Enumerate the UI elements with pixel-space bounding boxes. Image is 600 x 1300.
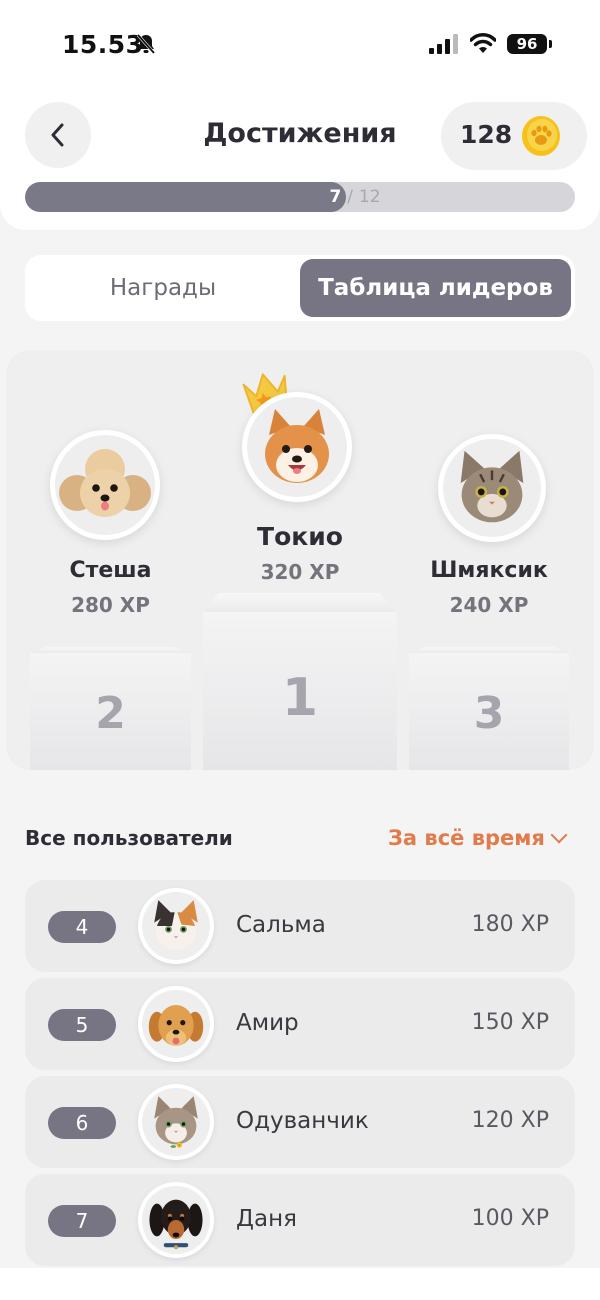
podium-name-third: Шмяксик bbox=[430, 558, 548, 583]
avatar bbox=[138, 888, 214, 964]
progress-label: 7 / 12 bbox=[25, 182, 575, 212]
user-xp: 150 XP bbox=[471, 1010, 549, 1035]
battery-indicator: 96 bbox=[507, 34, 552, 54]
avatar-third-place[interactable] bbox=[438, 434, 546, 542]
tabby-white-cat-icon bbox=[142, 1088, 210, 1156]
mute-icon bbox=[136, 34, 156, 54]
coin-value: 128 bbox=[460, 120, 513, 149]
podium-name-second: Стеша bbox=[69, 558, 152, 583]
podium-number-2: 2 bbox=[95, 688, 126, 739]
user-xp: 120 XP bbox=[471, 1108, 549, 1133]
rank-badge: 6 bbox=[48, 1107, 116, 1139]
coin-balance[interactable]: 128 bbox=[441, 102, 587, 170]
podium-card: 2 1 3 Токио 320 XP Стеша 280 XP Шмяксик … bbox=[6, 350, 594, 770]
page-title: Достижения bbox=[203, 118, 397, 149]
avatar-first-place[interactable] bbox=[242, 392, 352, 502]
user-name: Одуванчик bbox=[236, 1108, 369, 1134]
signal-icon bbox=[429, 34, 458, 54]
rank-badge: 7 bbox=[48, 1205, 116, 1237]
back-arrow-icon bbox=[51, 123, 64, 147]
dachshund-dog-icon bbox=[142, 1186, 210, 1254]
poodle-dog-icon bbox=[55, 435, 155, 535]
avatar bbox=[138, 1182, 214, 1258]
all-users-title: Все пользователи bbox=[25, 826, 233, 850]
list-item[interactable]: 4 Сальма 180 XP bbox=[25, 880, 575, 972]
user-xp: 100 XP bbox=[471, 1206, 549, 1231]
period-filter-label: За всё время bbox=[388, 826, 545, 850]
list-item[interactable]: 7 Даня 100 XP bbox=[25, 1174, 575, 1266]
user-name: Даня bbox=[236, 1206, 297, 1232]
bottom-edge bbox=[0, 1268, 600, 1300]
progress-current: 7 bbox=[329, 187, 342, 207]
progress-total: 12 bbox=[358, 187, 381, 207]
rank-badge: 4 bbox=[48, 911, 116, 943]
shiba-dog-icon bbox=[247, 397, 347, 497]
avatar-second-place[interactable] bbox=[50, 430, 160, 540]
podium-number-1: 1 bbox=[281, 668, 319, 728]
podium-xp-first: 320 XP bbox=[260, 560, 340, 584]
status-bar: 15.53 96 bbox=[0, 0, 600, 90]
podium-xp-third: 240 XP bbox=[449, 593, 529, 617]
user-xp: 180 XP bbox=[471, 912, 549, 937]
user-name: Сальма bbox=[236, 912, 326, 938]
avatar bbox=[138, 986, 214, 1062]
tab-switcher: Награды Таблица лидеров bbox=[25, 255, 575, 321]
back-button[interactable] bbox=[25, 102, 91, 168]
avatar bbox=[138, 1084, 214, 1160]
user-list: 4 Сальма 180 XP 5 Амир 150 XP 6 Одуванчи… bbox=[25, 880, 575, 1272]
calico-cat-icon bbox=[142, 892, 210, 960]
header: Достижения 128 7 / 12 bbox=[0, 90, 600, 230]
podium-xp-second: 280 XP bbox=[71, 593, 150, 617]
podium-number-3: 3 bbox=[473, 688, 505, 739]
tabby-cat-icon bbox=[443, 439, 541, 537]
period-filter-dropdown[interactable]: За всё время bbox=[388, 826, 568, 850]
tab-leaderboard[interactable]: Таблица лидеров bbox=[300, 259, 571, 317]
achievement-progress-bar: 7 / 12 bbox=[25, 182, 575, 212]
chevron-down-icon bbox=[550, 826, 568, 844]
progress-separator: / bbox=[347, 187, 353, 207]
podium-name-first: Токио bbox=[257, 522, 343, 551]
tab-rewards[interactable]: Награды bbox=[29, 259, 297, 317]
wifi-icon bbox=[470, 33, 496, 53]
user-name: Амир bbox=[236, 1010, 299, 1036]
rank-badge: 5 bbox=[48, 1009, 116, 1041]
status-time: 15.53 bbox=[62, 30, 144, 59]
paw-coin-icon bbox=[522, 116, 560, 156]
golden-retriever-icon bbox=[142, 990, 210, 1058]
list-item[interactable]: 6 Одуванчик 120 XP bbox=[25, 1076, 575, 1168]
list-item[interactable]: 5 Амир 150 XP bbox=[25, 978, 575, 1070]
